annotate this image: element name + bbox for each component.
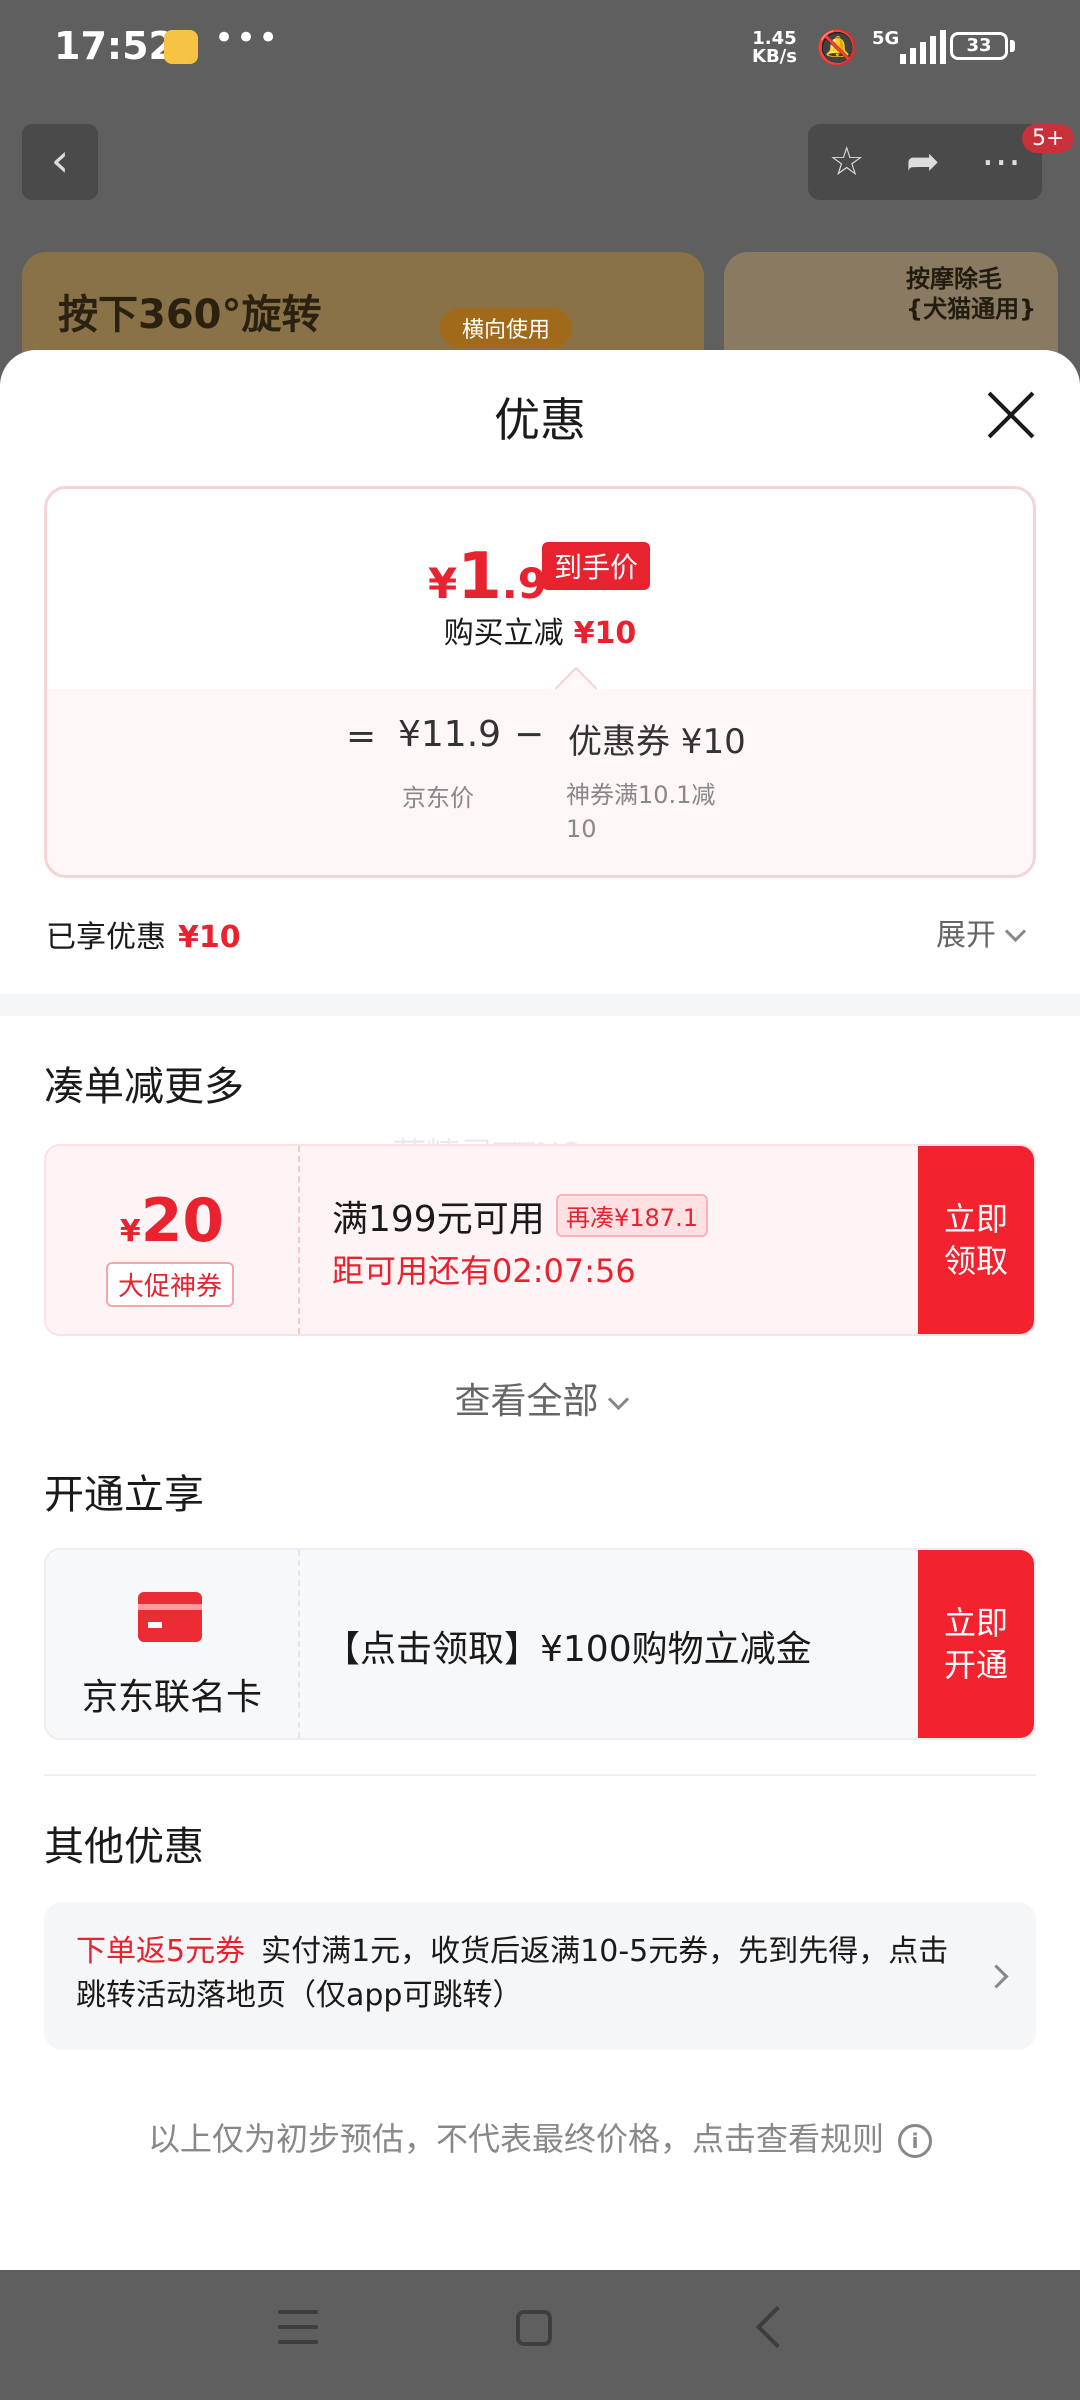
claim-coupon-button[interactable]: 立即 领取 (918, 1146, 1034, 1334)
star-icon[interactable]: ☆ (829, 139, 865, 185)
coupon-condition: 满199元可用 (332, 1199, 545, 1240)
coupon-countdown: 距可用还有02:07:56 (332, 1252, 636, 1290)
battery-cap (1010, 40, 1015, 52)
calc-minus: − (514, 714, 545, 755)
coupon-desc: 神券满10.1减10 (566, 781, 716, 843)
base-price-label: 京东价 (402, 784, 474, 812)
other-offer-item[interactable]: 下单返5元券 实付满1元，收货后返满10-5元券，先到先得，点击跳转活动落地页（仅… (44, 1902, 1036, 2050)
coupon-amount: ¥20 (119, 1186, 225, 1256)
battery-icon: 33 (950, 32, 1008, 60)
back-button[interactable]: ‹ (22, 124, 98, 200)
chevron-down-icon (1004, 920, 1027, 943)
share-icon[interactable]: ➦ (906, 139, 940, 185)
chevron-right-icon (984, 1964, 1009, 1989)
section-title-more: 凑单减更多 (44, 1064, 244, 1110)
mute-icon: 🔕 (816, 28, 859, 68)
base-price: ¥11.9 (398, 714, 502, 755)
final-price-tag: 到手价 (542, 542, 651, 590)
banner-right-text: 按摩除毛 {犬猫通用} (906, 265, 1037, 323)
notification-badge: 5+ (1022, 124, 1075, 153)
status-bar: 17:52 ••• 1.45 KB/s 🔕 5G 33 (0, 0, 1080, 100)
final-price: ¥1.9 (428, 540, 547, 614)
more-notifications-icon: ••• (214, 18, 281, 58)
open-card-button[interactable]: 立即 开通 (918, 1550, 1034, 1738)
card-name: 京东联名卡 (81, 1677, 262, 1718)
coupon-remaining-badge: 再凑¥187.1 (556, 1194, 708, 1237)
promo-coupon-card: ¥20 大促神券 满199元可用 再凑¥187.1 距可用还有02:07:56 … (44, 1144, 1036, 1336)
network-type: 5G (872, 28, 900, 49)
coupon-type-badge: 大促神券 (106, 1262, 235, 1307)
view-all-button[interactable]: 查看全部 (0, 1372, 1080, 1424)
status-time: 17:52 (54, 24, 175, 68)
card-offer-text: 【点击领取】¥100购物立减金 (324, 1629, 812, 1670)
banner-left-text: 按下360°旋转 (58, 292, 322, 338)
rules-footnote[interactable]: 以上仅为初步预估，不代表最终价格，点击查看规则 i (0, 2114, 1080, 2160)
banner-left-tag: 横向使用 (440, 308, 573, 348)
recent-apps-icon[interactable] (278, 2310, 318, 2344)
chevron-down-icon (607, 1388, 629, 1411)
enjoyed-discount: 已享优惠 ¥10 (46, 920, 241, 955)
coupon-deduction: 优惠券 ¥10 (568, 722, 746, 762)
credit-card-icon (138, 1592, 202, 1642)
more-icon[interactable]: ⋯ (981, 139, 1021, 185)
sheet-title: 优惠 (494, 393, 586, 447)
close-icon[interactable] (986, 390, 1036, 440)
instant-cut: 购买立减 ¥10 (443, 616, 637, 651)
info-icon: i (898, 2124, 932, 2158)
co-branded-card-offer: 京东联名卡 【点击领取】¥100购物立减金 立即 开通 (44, 1548, 1036, 1740)
app-notification-icon (164, 30, 198, 64)
top-toolbar: ☆ ➦ ⋯ (808, 124, 1042, 200)
calc-equals: = (346, 716, 377, 757)
other-offer-text: 下单返5元券 实付满1元，收货后返满10-5元券，先到先得，点击跳转活动落地页（仅… (76, 1934, 949, 2013)
section-title-other: 其他优惠 (44, 1824, 204, 1870)
section-title-open: 开通立享 (44, 1472, 204, 1518)
signal-icon (900, 30, 946, 64)
divider (44, 1774, 1036, 1776)
expand-button[interactable]: 展开 (936, 910, 1027, 954)
home-icon[interactable] (516, 2310, 552, 2346)
net-speed: 1.45 KB/s (752, 28, 797, 67)
section-divider (0, 994, 1080, 1016)
